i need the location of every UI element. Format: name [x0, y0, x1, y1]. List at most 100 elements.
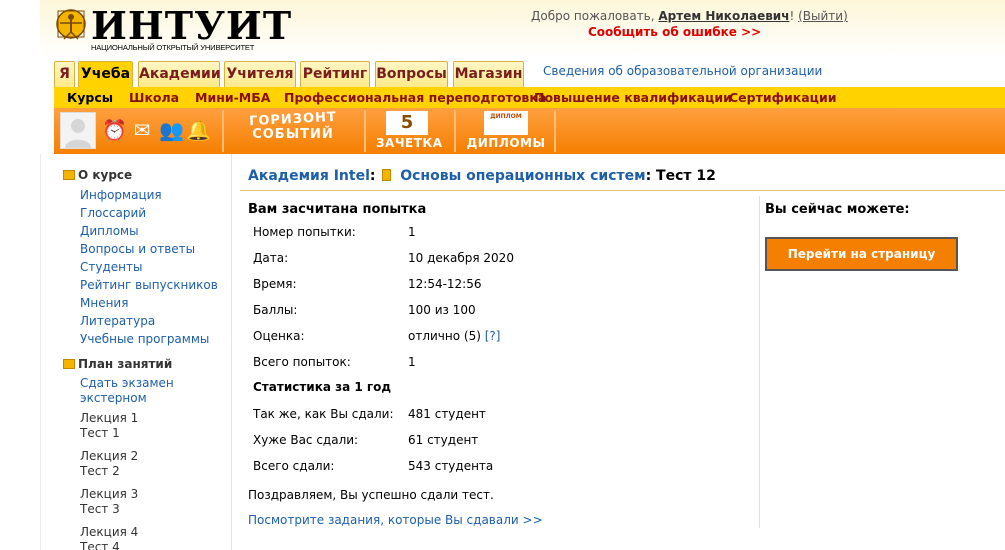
breadcrumb-separator: : — [369, 168, 376, 184]
worse-than-you-label: Хуже Вас сдали: — [253, 433, 359, 447]
tab-me[interactable]: Я — [54, 61, 75, 87]
sidebar-item-information[interactable]: Информация — [80, 188, 162, 202]
sidebar-item-graduate-rating[interactable]: Рейтинг выпускников — [80, 278, 218, 292]
breadcrumb-separator: : — [645, 168, 652, 184]
grade-value-row: отлично (5) [?] — [408, 329, 500, 343]
breadcrumb-academy[interactable]: Академия Intel — [248, 168, 370, 184]
document-icon — [382, 169, 392, 181]
sidebar-item-literature[interactable]: Литература — [80, 314, 155, 328]
tab-study[interactable]: Учеба — [78, 61, 133, 87]
attempt-number-label: Номер попытки: — [253, 225, 356, 239]
time-value: 12:54-12:56 — [408, 277, 482, 291]
sidebar-item-programs[interactable]: Учебные программы — [80, 332, 209, 346]
sidebar-item-qa[interactable]: Вопросы и ответы — [80, 242, 195, 256]
subnav-school[interactable]: Школа — [129, 90, 179, 105]
about-course-heading[interactable]: О курсе — [63, 168, 132, 182]
lecture-2[interactable]: Лекция 2 — [80, 449, 138, 463]
right-panel-divider — [759, 196, 760, 528]
tab-rating[interactable]: Рейтинг — [300, 61, 370, 87]
toolbar-divider — [454, 110, 456, 152]
diploma-icon: ДИПЛОМ — [484, 111, 528, 135]
lesson-plan-title: План занятий — [78, 357, 173, 371]
site-logo[interactable]: ИНТУИТ НАЦИОНАЛЬНЫЙ ОТКРЫТЫЙ УНИВЕРСИТЕТ — [55, 4, 291, 56]
sub-navigation: Курсы Школа Мини-МБА Профессиональная пе… — [54, 87, 1005, 108]
icon-toolbar: ⏰ ✉ 👥 🔔 ГОРИЗОНТ СОБЫТИЙ 5 ЗАЧЕТКА ДИПЛО… — [54, 108, 1005, 154]
title-divider — [240, 190, 1005, 191]
diplomas-button[interactable]: ДИПЛОМ ДИПЛОМЫ — [466, 111, 546, 150]
bell-icon[interactable]: 🔔 — [186, 117, 211, 143]
subnav-retraining[interactable]: Профессиональная переподготовка — [284, 90, 546, 105]
breadcrumb-current: Тест 12 — [656, 168, 716, 184]
welcome-prefix: Добро пожаловать, — [531, 9, 655, 23]
horizon-of-events-button[interactable]: ГОРИЗОНТ СОБЫТИЙ — [232, 110, 354, 142]
welcome-message: Добро пожаловать, Артем Николаевич! (Вый… — [531, 9, 848, 23]
org-info-link[interactable]: Сведения об образовательной организации — [543, 64, 822, 78]
date-label: Дата: — [253, 251, 289, 265]
total-passed-value: 543 студента — [408, 459, 494, 473]
record-book-button[interactable]: 5 ЗАЧЕТКА — [376, 111, 443, 150]
sidebar-item-glossary[interactable]: Глоссарий — [80, 206, 146, 220]
report-error-link[interactable]: Сообщить об ошибке >> — [588, 25, 761, 39]
subnav-mini-mba[interactable]: Мини-МБА — [195, 90, 270, 105]
external-exam-link[interactable]: Сдать экзамен — [80, 376, 174, 390]
vitruvian-logo-icon — [56, 9, 86, 40]
grade-value: отлично (5) — [408, 329, 481, 343]
test-3[interactable]: Тест 3 — [80, 502, 120, 516]
toolbar-divider — [222, 110, 224, 152]
avatar-silhouette-icon — [65, 119, 91, 148]
go-to-course-button[interactable]: Перейти на страницу курса — [765, 237, 958, 291]
mail-icon[interactable]: ✉ — [131, 117, 153, 143]
grade-label: Оценка: — [253, 329, 305, 343]
horizon-line2: СОБЫТИЙ — [252, 127, 334, 142]
alarm-clock-icon[interactable]: ⏰ — [102, 117, 127, 143]
logo-title: ИНТУИТ — [91, 3, 293, 48]
external-exam-link-line2[interactable]: экстерном — [80, 391, 147, 405]
worse-than-you-value: 61 студент — [408, 433, 479, 447]
lesson-plan-heading[interactable]: План занятий — [63, 357, 172, 371]
about-course-title: О курсе — [78, 168, 133, 182]
lecture-4[interactable]: Лекция 4 — [80, 525, 138, 539]
tab-questions[interactable]: Вопросы — [375, 61, 448, 87]
grade-help-link[interactable]: [?] — [485, 329, 501, 343]
record-book-label: ЗАЧЕТКА — [376, 136, 443, 150]
logout-link[interactable]: (Выйти) — [798, 9, 848, 23]
breadcrumb: Академия Intel: Основы операционных сист… — [248, 168, 716, 184]
attempt-title: Вам засчитана попытка — [248, 202, 427, 217]
attempt-number-value: 1 — [408, 225, 416, 239]
subnav-courses[interactable]: Курсы — [67, 90, 113, 105]
tab-teachers[interactable]: Учителя — [224, 61, 296, 87]
folder-icon — [63, 359, 75, 369]
total-passed-label: Всего сдали: — [253, 459, 335, 473]
same-as-you-label: Так же, как Вы сдали: — [253, 407, 394, 421]
same-as-you-value: 481 студент — [408, 407, 486, 421]
toolbar-divider — [364, 110, 366, 152]
sidebar-item-students[interactable]: Студенты — [80, 260, 142, 274]
folder-icon — [63, 170, 75, 180]
score-label: Баллы: — [253, 303, 298, 317]
total-attempts-value: 1 — [408, 355, 416, 369]
sidebar-item-reviews[interactable]: Мнения — [80, 296, 128, 310]
test-1[interactable]: Тест 1 — [80, 426, 120, 440]
test-2[interactable]: Тест 2 — [80, 464, 120, 478]
test-4[interactable]: Тест 4 — [80, 540, 120, 550]
user-name-link[interactable]: Артем Николаевич — [658, 9, 789, 23]
right-panel-title: Вы сейчас можете: — [765, 202, 910, 217]
user-avatar[interactable] — [60, 112, 96, 149]
view-tasks-link[interactable]: Посмотрите задания, которые Вы сдавали >… — [248, 513, 543, 527]
tab-academies[interactable]: Академии — [138, 61, 221, 87]
tab-shop[interactable]: Магазин — [453, 61, 524, 87]
toolbar-divider — [554, 110, 556, 152]
lecture-3[interactable]: Лекция 3 — [80, 487, 138, 501]
welcome-suffix: ! — [789, 9, 795, 23]
breadcrumb-course[interactable]: Основы операционных систем — [400, 168, 645, 184]
subnav-certification[interactable]: Сертификации — [729, 90, 836, 105]
lecture-1[interactable]: Лекция 1 — [80, 411, 138, 425]
congratulations-message: Поздравляем, Вы успешно сдали тест. — [248, 488, 494, 502]
score-value: 100 из 100 — [408, 303, 476, 317]
people-icon[interactable]: 👥 — [159, 117, 184, 143]
subnav-qualification[interactable]: Повышение квалификации — [534, 90, 732, 105]
date-value: 10 декабря 2020 — [408, 251, 514, 265]
total-attempts-label: Всего попыток: — [253, 355, 351, 369]
stats-heading: Статистика за 1 год — [253, 380, 392, 394]
sidebar-item-diplomas[interactable]: Дипломы — [80, 224, 139, 238]
